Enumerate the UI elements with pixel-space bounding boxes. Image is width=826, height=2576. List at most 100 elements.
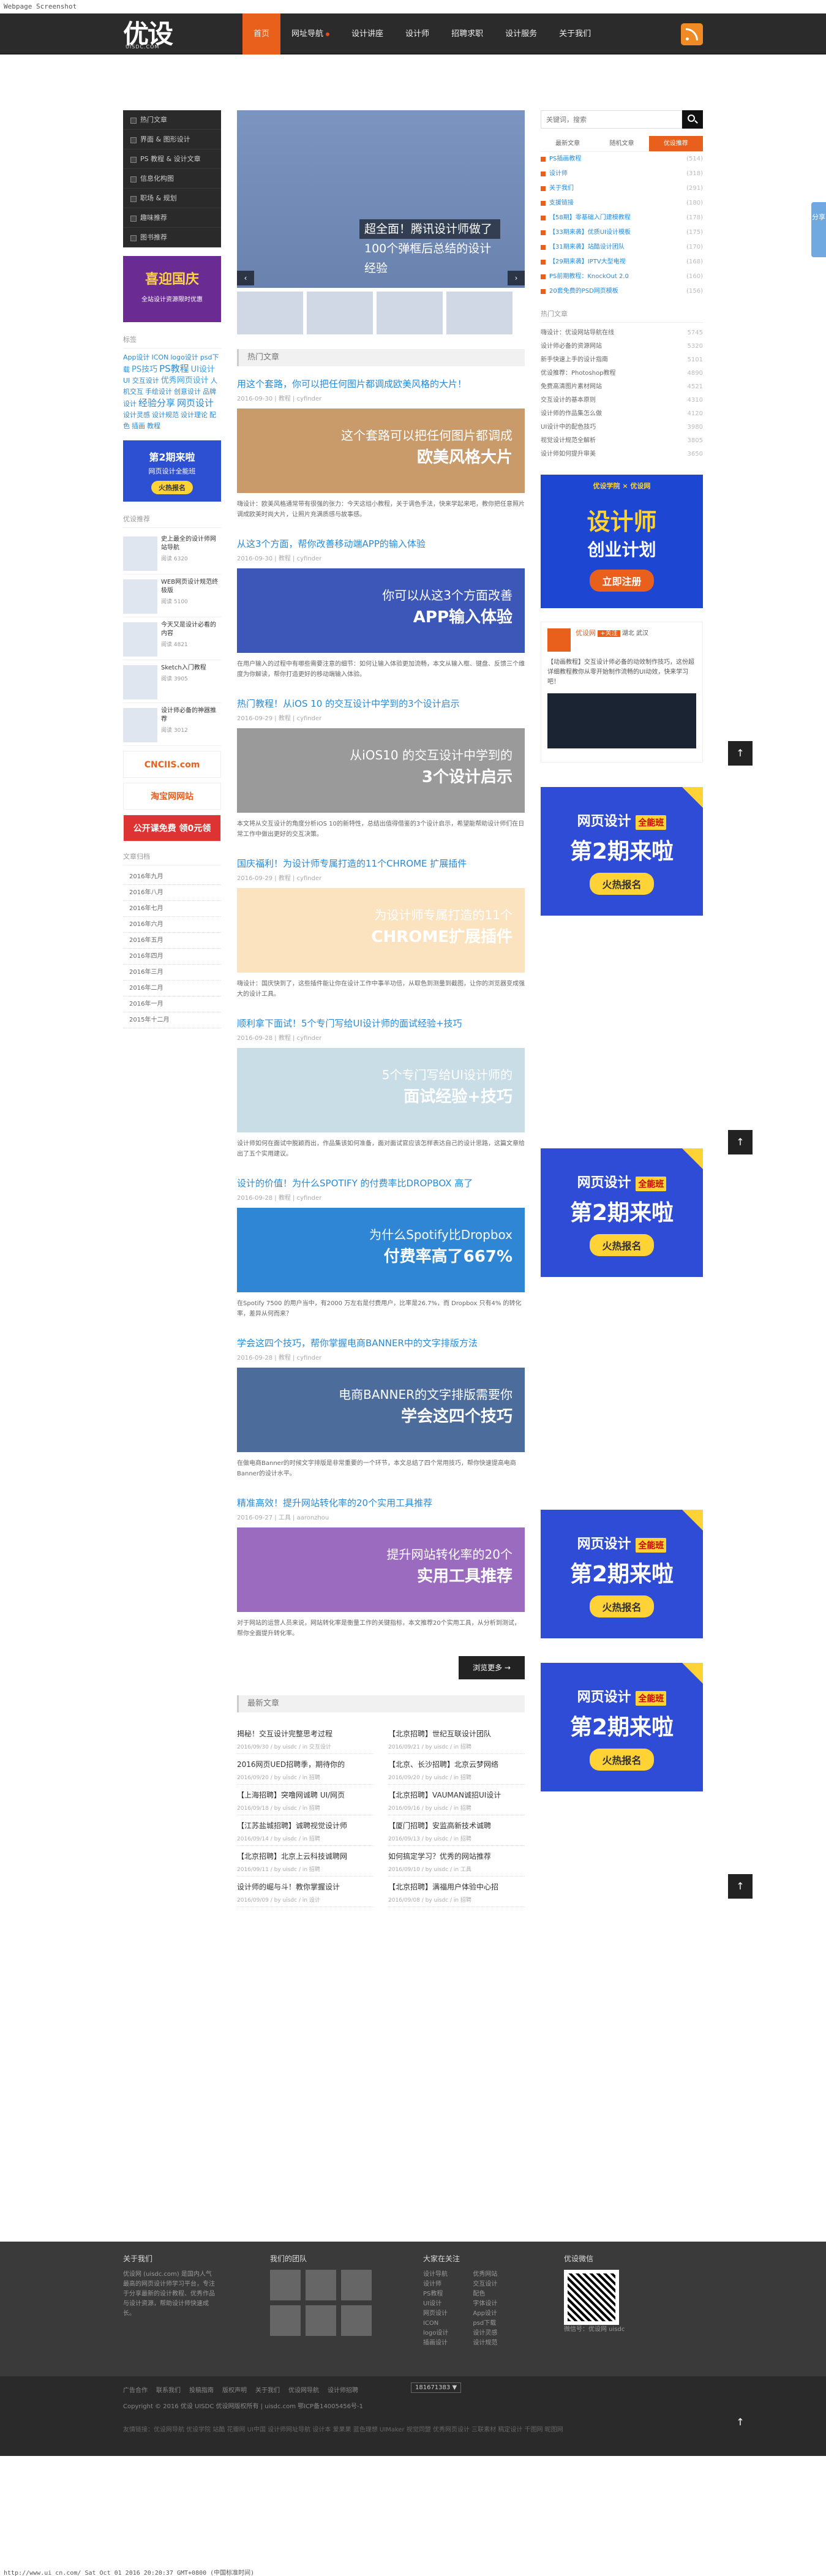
register-button[interactable]: 火热报名 <box>590 1234 654 1256</box>
slider-caption[interactable]: 超全面！腾讯设计师做了100个弹框后总结的设计经验 <box>359 219 500 275</box>
post-title[interactable]: 设计的价值！为什么SPOTIFY 的付费率比DROPBOX 高了 <box>237 1177 525 1190</box>
list-item[interactable]: 设计师的崛与斗！教你掌握设计 2016/09/09 / by uisdc / in… <box>237 1877 374 1907</box>
rss-icon[interactable] <box>681 23 703 45</box>
post-image[interactable]: 你可以从这3个方面改善 APP输入体验 <box>237 568 525 653</box>
footer-link[interactable]: 设计规范 <box>473 2338 497 2348</box>
tag[interactable]: 设计规范 <box>152 411 179 419</box>
post-image[interactable]: 5个专门写给UI设计师的 面试经验+技巧 <box>237 1048 525 1132</box>
post-image[interactable]: 提升网站转化率的20个 实用工具推荐 <box>237 1527 525 1612</box>
footer-link[interactable]: 设计导航 <box>423 2270 448 2280</box>
register-button[interactable]: 火热报名 <box>590 873 654 895</box>
footer-link[interactable]: 优秀网站 <box>473 2270 497 2280</box>
nav-about[interactable]: 关于我们 <box>548 13 602 55</box>
post-title[interactable]: 精准高效！提升网站转化率的20个实用工具推荐 <box>237 1496 525 1510</box>
more-button[interactable]: 浏览更多 → <box>459 1656 525 1679</box>
footer-link[interactable]: 网页设计 <box>423 2309 448 2319</box>
footer-link[interactable]: 设计师招聘 <box>328 2385 358 2394</box>
list-item[interactable]: 【北京招聘】世纪互联设计团队 2016/09/21 / by uisdc / in… <box>388 1723 525 1754</box>
post-title[interactable]: 用这个套路，你可以把任何图片都调成欧美风格的大片！ <box>237 377 525 391</box>
list-item[interactable]: 史上最全的设计师网站导航 阅读 6320 <box>123 532 221 574</box>
list-item[interactable]: 【北京招聘】北京上云科技诚聘网 2016/09/11 / by uisdc / i… <box>237 1846 374 1877</box>
avatar[interactable] <box>547 628 571 652</box>
avatar[interactable] <box>306 2270 336 2300</box>
startup-banner[interactable]: 优设学院 × 优设网 设计师 创业计划 立即注册 <box>541 475 703 608</box>
list-item[interactable]: 免费高清图片素材网站 4521 <box>541 380 703 394</box>
back-to-top-icon[interactable]: ↑ <box>728 2410 753 2435</box>
list-item[interactable]: 【北京招聘】满福用户体验中心招 2016/09/08 / by uisdc / i… <box>388 1877 525 1907</box>
list-item[interactable]: 2016网页UED招聘季，期待你的 2016/09/20 / by uisdc /… <box>237 1754 374 1785</box>
footer-link[interactable]: App设计 <box>473 2309 497 2319</box>
register-button[interactable]: 火热报名 <box>590 1749 654 1771</box>
nav-designers[interactable]: 设计师 <box>394 13 440 55</box>
archive-item[interactable]: 2016年三月 <box>123 965 221 981</box>
footer-link[interactable]: 配色 <box>473 2289 497 2299</box>
back-to-top-icon[interactable]: ↑ <box>728 1130 753 1154</box>
featured-slider[interactable]: 超全面！腾讯设计师做了100个弹框后总结的设计经验 ‹ › <box>237 110 525 288</box>
archive-item[interactable]: 2016年二月 <box>123 981 221 996</box>
nav-directory[interactable]: 网址导航 <box>280 13 340 55</box>
slider-thumb[interactable] <box>307 292 373 334</box>
list-item[interactable]: 【北京、长沙招聘】北京云梦网络 2016/09/20 / by uisdc / i… <box>388 1754 525 1785</box>
list-item[interactable]: 揭秘！交互设计完整思考过程 2016/09/30 / by uisdc / in … <box>237 1723 374 1754</box>
list-item[interactable]: 【北京招聘】VAUMAN诚招UI设计 2016/09/16 / by uisdc … <box>388 1785 525 1815</box>
footer-link[interactable]: 投稿指南 <box>189 2385 214 2394</box>
list-item[interactable]: 优设推荐：Photoshop教程 4890 <box>541 367 703 380</box>
nav-home[interactable]: 首页 <box>242 13 281 55</box>
archive-item[interactable]: 2016年八月 <box>123 885 221 901</box>
category-item[interactable]: 图书推荐 <box>123 228 221 247</box>
list-item[interactable]: 【上海招聘】突噜网诚聘 UI/网页 2016/09/18 / by uisdc /… <box>237 1785 374 1815</box>
footer-link[interactable]: PS教程 <box>423 2289 448 2299</box>
list-item[interactable]: 【31期来袭】站酷设计团队 (170) <box>541 240 703 255</box>
list-item[interactable]: 【江苏盐城招聘】诚聘视觉设计师 2016/09/14 / by uisdc / i… <box>237 1815 374 1846</box>
post-image[interactable]: 从iOS10 的交互设计中学到的 3个设计启示 <box>237 728 525 813</box>
post-image[interactable]: 电商BANNER的文字排版需要你 学会这四个技巧 <box>237 1368 525 1452</box>
list-item[interactable]: 交互设计的基本原则 4310 <box>541 394 703 407</box>
course-banner[interactable]: 网页设计 全能班 第2期来啦 火热报名 <box>541 787 703 916</box>
tag[interactable]: App设计 <box>123 353 150 361</box>
post-image[interactable]: 为什么Spotify比Dropbox 付费率高了667% <box>237 1208 525 1292</box>
select-dropdown[interactable]: 181671383 ▼ <box>411 2382 462 2393</box>
archive-item[interactable]: 2016年七月 <box>123 901 221 917</box>
list-item[interactable]: 今天又是设计必看的内容 阅读 4821 <box>123 617 221 660</box>
post-image[interactable]: 为设计师专属打造的11个 CHROME扩展插件 <box>237 888 525 973</box>
search-icon[interactable] <box>682 110 703 129</box>
tag[interactable]: UI 交互设计 <box>123 377 159 385</box>
post-title[interactable]: 国庆福利！为设计师专属打造的11个CHROME 扩展插件 <box>237 857 525 870</box>
list-item[interactable]: 设计师必备的神器推荐 阅读 3012 <box>123 703 221 746</box>
post-title[interactable]: 顺利拿下面试！5个专门写给UI设计师的面试经验+技巧 <box>237 1017 525 1030</box>
footer-link[interactable]: 设计师 <box>423 2280 448 2289</box>
back-to-top-icon[interactable]: ↑ <box>728 741 753 766</box>
tag[interactable]: 手绘设计 <box>145 388 172 396</box>
category-item[interactable]: PS 教程 & 设计文章 <box>123 149 221 169</box>
list-item[interactable]: 设计师必备的资源网站 5320 <box>541 340 703 353</box>
tag[interactable]: 网页设计 <box>177 397 214 409</box>
tag[interactable]: logo设计 <box>170 353 198 361</box>
register-button[interactable]: 火热报名 <box>590 1595 654 1618</box>
footer-link[interactable]: ICON <box>423 2319 448 2329</box>
site-logo[interactable]: 优设 UISDC.COM <box>123 17 221 51</box>
follow-button[interactable]: +关注 <box>598 630 620 637</box>
post-title[interactable]: 从这3个方面，帮你改善移动端APP的输入体验 <box>237 537 525 551</box>
archive-item[interactable]: 2015年十二月 <box>123 1012 221 1028</box>
tag[interactable]: 优秀网页设计 <box>161 376 209 385</box>
archive-item[interactable]: 2016年六月 <box>123 917 221 933</box>
tag[interactable]: 教程 <box>147 422 160 430</box>
category-item[interactable]: 职场 & 规划 <box>123 189 221 208</box>
next-arrow-icon[interactable]: › <box>508 271 525 285</box>
footer-link[interactable]: UI设计 <box>423 2299 448 2309</box>
list-item[interactable]: 设计师 (318) <box>541 167 703 181</box>
list-item[interactable]: 新手快速上手的设计指南 5101 <box>541 353 703 367</box>
footer-link[interactable]: 交互设计 <box>473 2280 497 2289</box>
nav-lectures[interactable]: 设计讲座 <box>340 13 394 55</box>
list-item[interactable]: 设计师如何提升审美 3650 <box>541 448 703 461</box>
nav-services[interactable]: 设计服务 <box>494 13 548 55</box>
tag[interactable]: 创意设计 <box>174 388 201 396</box>
list-item[interactable]: 【58期】零基础入门建模教程 (178) <box>541 211 703 225</box>
prev-arrow-icon[interactable]: ‹ <box>237 271 254 285</box>
list-item[interactable]: PS前期教程：KnockOut 2.0 (160) <box>541 269 703 284</box>
sponsor-ad[interactable]: CNCIIS.com <box>123 751 221 778</box>
list-item[interactable]: WEB网页设计规范终极版 阅读 5100 <box>123 574 221 617</box>
national-day-banner[interactable]: 喜迎国庆 全站设计资源限时优惠 <box>123 256 221 322</box>
category-item[interactable]: 界面 & 图形设计 <box>123 130 221 149</box>
course-banner[interactable]: 网页设计 全能班 第2期来啦 火热报名 <box>541 1663 703 1791</box>
